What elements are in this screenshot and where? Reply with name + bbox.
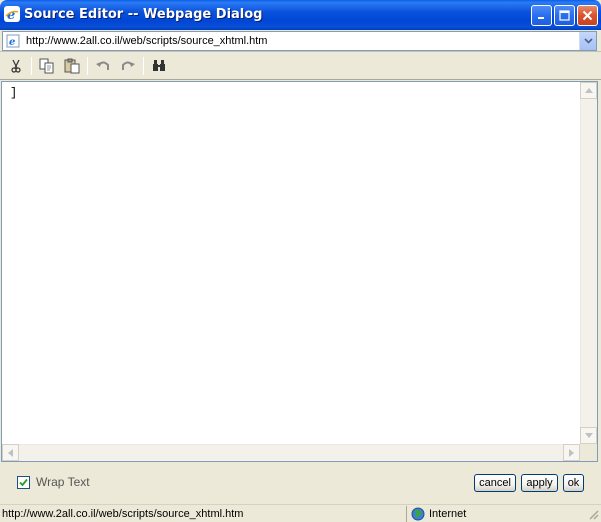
toolbar-separator	[143, 57, 144, 75]
paste-button[interactable]	[61, 55, 83, 77]
arrow-up-icon	[584, 88, 593, 93]
globe-icon	[411, 507, 425, 521]
svg-text:e: e	[9, 37, 15, 48]
redo-button[interactable]	[117, 55, 139, 77]
find-button[interactable]	[148, 55, 170, 77]
address-field[interactable]: e http://www.2all.co.il/web/scripts/sour…	[2, 31, 597, 51]
paste-icon	[64, 58, 80, 74]
copy-button[interactable]	[36, 55, 58, 77]
ie-icon: e	[4, 6, 20, 22]
address-dropdown-button[interactable]	[579, 32, 596, 50]
wrap-text-checkbox[interactable]	[17, 475, 30, 489]
scroll-left-button[interactable]	[2, 444, 19, 461]
apply-button[interactable]: apply	[521, 474, 558, 492]
dialog-options-bar: Wrap Text cancel apply ok	[0, 463, 601, 504]
editor-toolbar	[0, 53, 601, 80]
find-icon	[153, 60, 165, 71]
checkmark-icon	[19, 478, 28, 486]
resize-grip-icon[interactable]	[587, 508, 599, 520]
arrow-left-icon	[8, 448, 13, 457]
wrap-text-label: Wrap Text	[36, 475, 90, 489]
source-textarea[interactable]: ]	[10, 86, 580, 441]
scroll-down-button[interactable]	[580, 427, 597, 444]
zone-label: Internet	[429, 508, 467, 520]
undo-icon	[96, 61, 109, 70]
close-button[interactable]	[577, 5, 598, 26]
chevron-down-icon	[583, 38, 593, 44]
toolbar-separator	[31, 57, 32, 75]
minimize-button[interactable]	[531, 5, 552, 26]
scroll-right-button[interactable]	[563, 444, 580, 461]
address-bar: e http://www.2all.co.il/web/scripts/sour…	[0, 30, 601, 52]
minimize-icon	[538, 17, 544, 19]
status-url: http://www.2all.co.il/web/scripts/source…	[2, 508, 244, 520]
window-title: Source Editor -- Webpage Dialog	[24, 7, 263, 22]
copy-icon	[39, 58, 54, 74]
ie-page-icon: e	[5, 33, 21, 49]
wrap-text-option[interactable]: Wrap Text	[17, 475, 90, 489]
scroll-up-button[interactable]	[580, 82, 597, 99]
cut-button[interactable]	[5, 55, 27, 77]
security-zone: Internet	[406, 506, 581, 522]
maximize-button[interactable]	[554, 5, 575, 26]
undo-button[interactable]	[92, 55, 114, 77]
cut-icon	[11, 59, 21, 73]
toolbar-separator	[87, 57, 88, 75]
maximize-icon	[559, 10, 570, 21]
horizontal-scrollbar[interactable]	[2, 444, 580, 461]
close-icon	[582, 10, 593, 21]
status-bar: http://www.2all.co.il/web/scripts/source…	[0, 504, 601, 522]
source-editor: ]	[1, 81, 598, 462]
vertical-scrollbar[interactable]	[580, 82, 597, 444]
cancel-button[interactable]: cancel	[474, 474, 516, 492]
scrollbar-corner	[580, 444, 597, 461]
title-bar[interactable]: e Source Editor -- Webpage Dialog	[0, 0, 601, 30]
ok-button[interactable]: ok	[563, 474, 584, 492]
arrow-down-icon	[584, 433, 593, 438]
address-url: http://www.2all.co.il/web/scripts/source…	[26, 35, 268, 47]
arrow-right-icon	[569, 448, 574, 457]
redo-icon	[122, 61, 135, 70]
